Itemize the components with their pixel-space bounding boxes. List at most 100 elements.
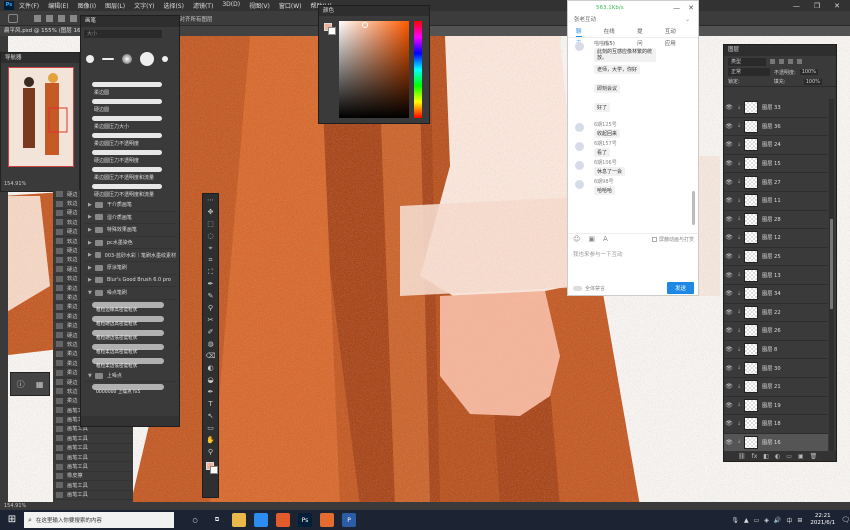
- chevron-icon[interactable]: ▶: [88, 252, 92, 258]
- eye-icon[interactable]: 👁: [724, 439, 734, 446]
- brush-preset[interactable]: 柔边圆: [84, 80, 176, 97]
- eye-icon[interactable]: 👁: [724, 272, 734, 279]
- chevron-down-icon[interactable]: ⌄: [685, 14, 690, 26]
- add-selection-icon[interactable]: [46, 15, 53, 22]
- block-animations-toggle[interactable]: 屏蔽动画与打赏: [651, 236, 694, 243]
- eye-icon[interactable]: 👁: [724, 123, 734, 130]
- taskbar-app-4[interactable]: [276, 513, 290, 527]
- brush-folder[interactable]: ▼ 噪点笔刷: [84, 287, 176, 300]
- eye-icon[interactable]: 👁: [724, 141, 734, 148]
- taskbar-app-7[interactable]: P: [342, 513, 356, 527]
- tool-icon-7[interactable]: ✒: [203, 278, 218, 290]
- eye-icon[interactable]: 👁: [724, 346, 734, 353]
- layers-scroll-thumb[interactable]: [830, 219, 833, 309]
- fill-field[interactable]: 100%: [803, 78, 822, 85]
- tool-icon-6[interactable]: ⛶: [203, 266, 218, 278]
- tool-icon-2[interactable]: ⬚: [203, 218, 218, 230]
- layer-row[interactable]: 👁 ↓ 图层 19: [724, 397, 828, 416]
- link-layers-icon[interactable]: ⛓: [738, 453, 746, 460]
- brush-folder[interactable]: ▶ 特殊效果画笔: [84, 224, 176, 237]
- layer-row[interactable]: 👁 ↓ 图层 21: [724, 378, 828, 397]
- layer-row[interactable]: 👁 ↓ 图层 8: [724, 341, 828, 360]
- close-icon[interactable]: ✕: [834, 2, 840, 10]
- layer-row[interactable]: 👁 ↓ 图层 26: [724, 322, 828, 341]
- brush-tip-large[interactable]: [140, 52, 154, 66]
- chat-title[interactable]: 张老互动 ⌄: [568, 14, 698, 26]
- navigator-thumbnail[interactable]: [8, 67, 74, 167]
- tool-preset-row[interactable]: 画笔工具: [53, 462, 133, 472]
- intersect-selection-icon[interactable]: [70, 15, 77, 22]
- brush-folder[interactable]: ▶ 湿介质画笔: [84, 212, 176, 225]
- tool-icon-0[interactable]: ⋯: [203, 194, 218, 206]
- chat-tab[interactable]: 互动应用: [665, 26, 676, 47]
- hue-slider[interactable]: [414, 21, 422, 118]
- tool-icon-9[interactable]: ⚲: [203, 302, 218, 314]
- tool-preset-row[interactable]: 画笔工具: [53, 453, 133, 463]
- eye-icon[interactable]: 👁: [724, 234, 734, 241]
- tool-preset-row[interactable]: 画笔工具: [53, 434, 133, 444]
- layer-row[interactable]: 👁 ↓ 图层 24: [724, 136, 828, 155]
- layer-row[interactable]: 👁 ↓ 图层 16: [724, 433, 828, 453]
- eye-icon[interactable]: 👁: [724, 383, 734, 390]
- brush-tip-tiny[interactable]: [162, 56, 168, 62]
- eye-icon[interactable]: 👁: [724, 402, 734, 409]
- brush-preset[interactable]: 粗粒边缘高密度粒状: [84, 300, 176, 314]
- chevron-icon[interactable]: ▶: [88, 277, 92, 283]
- new-layer-icon[interactable]: ▣: [798, 453, 804, 460]
- layer-row[interactable]: 👁 ↓ 图层 12: [724, 229, 828, 248]
- opacity-field[interactable]: 100%: [799, 69, 818, 75]
- restore-icon[interactable]: ❐: [814, 2, 820, 10]
- background-color-swatch[interactable]: [210, 466, 218, 474]
- font-icon[interactable]: A: [603, 235, 608, 243]
- status-zoom[interactable]: 154.91%: [4, 503, 26, 509]
- adjustment-layer-icon[interactable]: ◐: [775, 453, 780, 460]
- filter-shape-icon[interactable]: [797, 59, 802, 64]
- menu-item-2[interactable]: 图像(I): [78, 1, 96, 10]
- send-button[interactable]: 发送: [666, 282, 694, 294]
- navigator-zoom[interactable]: 154.91%: [4, 181, 26, 187]
- brush-preset[interactable]: 柔边圆压力不透明度和流量: [84, 165, 176, 182]
- brush-folder[interactable]: ▼ 上噪点: [84, 370, 176, 383]
- filter-adjust-icon[interactable]: [779, 59, 784, 64]
- info-icon[interactable]: ⓘ: [17, 379, 25, 390]
- chevron-icon[interactable]: ▼: [88, 373, 92, 379]
- menu-item-4[interactable]: 文字(Y): [134, 1, 154, 10]
- brush-preset[interactable]: 粗粒柔边低密度粒状: [84, 356, 176, 370]
- layer-row[interactable]: 👁 ↓ 图层 33: [724, 99, 828, 118]
- tool-preset-row[interactable]: 画笔工具: [53, 491, 133, 500]
- tool-preset-row[interactable]: 画笔工具: [53, 444, 133, 453]
- tool-icon-10[interactable]: ✂: [203, 314, 218, 326]
- layer-filter-dropdown[interactable]: 类型: [728, 57, 766, 66]
- brush-tip-line[interactable]: [102, 58, 114, 60]
- chevron-icon[interactable]: ▶: [88, 265, 92, 271]
- tool-icon-19[interactable]: ▭: [203, 422, 218, 434]
- eye-icon[interactable]: 👁: [724, 365, 734, 372]
- mute-all-switch[interactable]: [573, 285, 582, 291]
- layer-row[interactable]: 👁 ↓ 图层 18: [724, 415, 828, 434]
- brush-folder[interactable]: ▶ 003-蓝砂水彩｜笔刷水墨纹素材: [84, 249, 176, 262]
- chevron-icon[interactable]: ▶: [88, 202, 92, 208]
- brush-preset[interactable]: 柔边圆压力大小: [84, 114, 176, 131]
- chat-scrollbar[interactable]: [692, 191, 695, 225]
- taskbar-app-6[interactable]: [320, 513, 334, 527]
- taskbar-search[interactable]: ⌕ 在这里输入你要搜索的内容: [24, 512, 174, 528]
- chat-tab[interactable]: 提问: [637, 26, 643, 47]
- filter-type-icon[interactable]: [788, 59, 793, 64]
- brush-folder[interactable]: ▶ Blur's Good Brush 6.0 pro: [84, 275, 176, 288]
- microphone-icon[interactable]: 🎙: [731, 517, 739, 524]
- eye-icon[interactable]: 👁: [724, 327, 734, 334]
- brush-folder[interactable]: ▶ pc水墨染色: [84, 237, 176, 250]
- add-mask-icon[interactable]: ◧: [763, 453, 769, 460]
- layer-row[interactable]: 👁 ↓ 图层 34: [724, 285, 828, 304]
- chevron-icon[interactable]: ▼: [88, 290, 92, 296]
- filter-pixel-icon[interactable]: [770, 59, 775, 64]
- tool-icon-16[interactable]: ✒: [203, 386, 218, 398]
- saturation-brightness-field[interactable]: [339, 21, 409, 118]
- tool-icon-21[interactable]: ⚲: [203, 446, 218, 458]
- tool-icon-13[interactable]: ⌫: [203, 350, 218, 362]
- eye-icon[interactable]: 👁: [724, 309, 734, 316]
- color-picker-cursor[interactable]: [362, 22, 368, 28]
- menu-item-8[interactable]: 视图(V): [249, 1, 270, 10]
- chevron-icon[interactable]: ▶: [88, 240, 92, 246]
- lasso-tool-preset-icon[interactable]: [8, 14, 18, 23]
